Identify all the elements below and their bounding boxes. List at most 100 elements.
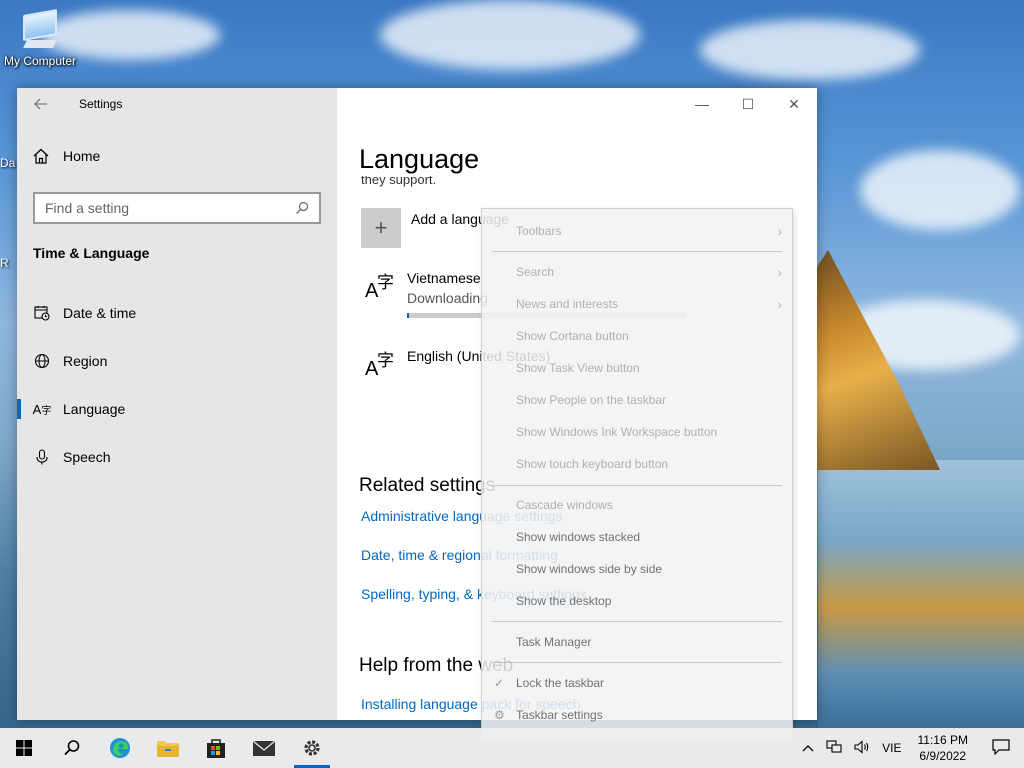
menu-item-stacked[interactable]: Show windows stacked: [482, 525, 792, 549]
related-settings-heading: Related settings: [359, 475, 496, 496]
calendar-clock-icon: [34, 306, 50, 321]
start-button[interactable]: [0, 728, 48, 768]
search-icon: [64, 740, 80, 756]
menu-label: Task Manager: [516, 635, 592, 649]
language-item-vietnamese[interactable]: A字 Vietnamese Downloading: [363, 268, 488, 306]
menu-label: Show Cortana button: [516, 329, 629, 343]
search-placeholder: Find a setting: [45, 200, 130, 216]
sidebar-item-language[interactable]: A字 Language: [17, 389, 337, 429]
search-button[interactable]: [48, 728, 96, 768]
sidebar-item-region[interactable]: Region: [17, 341, 337, 381]
menu-label: Show People on the taskbar: [516, 393, 667, 407]
edge-icon: [110, 738, 130, 758]
checkmark-icon: ✓: [494, 676, 505, 690]
cloud: [700, 20, 920, 80]
language-icon: A字: [365, 351, 394, 380]
store-button[interactable]: [192, 728, 240, 768]
menu-item-news[interactable]: News and interests ›: [482, 292, 792, 316]
my-computer-desktop-icon[interactable]: My Computer: [0, 8, 80, 68]
clock-date: 6/9/2022: [919, 749, 967, 763]
globe-icon: [34, 353, 50, 369]
menu-separator: [492, 251, 782, 252]
page-title: Language: [359, 144, 480, 174]
language-icon: A字: [32, 401, 52, 417]
computer-icon: [23, 9, 57, 41]
menu-label: Show the desktop: [516, 594, 612, 608]
menu-label: Toolbars: [516, 224, 562, 238]
taskbar: VIE 11:16 PM 6/9/2022: [0, 728, 1024, 768]
partial-description: they support.: [361, 176, 437, 187]
search-icon: [296, 201, 309, 214]
menu-separator: [492, 662, 782, 663]
maximize-button[interactable]: ☐: [725, 88, 771, 120]
sidebar-item-label: Region: [63, 353, 108, 369]
menu-label: Show Windows Ink Workspace button: [516, 425, 718, 439]
chevron-right-icon: ›: [777, 223, 782, 239]
back-arrow-icon: [34, 98, 47, 110]
chevron-up-icon[interactable]: [796, 741, 820, 755]
menu-item-side-by-side[interactable]: Show windows side by side: [482, 557, 792, 581]
input-language-indicator[interactable]: VIE: [876, 741, 907, 755]
mail-icon: [252, 740, 276, 756]
sea-reflection: [818, 460, 1024, 728]
menu-label: Search: [516, 265, 555, 279]
sidebar-item-date-time[interactable]: Date & time: [17, 293, 337, 333]
settings-taskbar-button[interactable]: [288, 728, 336, 768]
menu-item-ink-workspace[interactable]: Show Windows Ink Workspace button: [482, 420, 792, 444]
sidebar-item-label: Speech: [63, 449, 111, 465]
chevron-right-icon: ›: [777, 264, 782, 280]
desktop-edge-label: Da: [0, 156, 16, 170]
window-controls: — ☐ ✕: [679, 88, 817, 120]
back-button[interactable]: [17, 88, 65, 120]
chevron-right-icon: ›: [777, 296, 782, 312]
plus-icon: +: [361, 208, 401, 248]
cloud: [380, 0, 640, 70]
gear-icon: [304, 740, 320, 756]
menu-item-cascade[interactable]: Cascade windows: [482, 493, 792, 517]
desktop-icon-label: My Computer: [3, 54, 77, 68]
menu-label: Taskbar settings: [516, 708, 603, 722]
gear-icon: ⚙: [494, 708, 505, 722]
mail-button[interactable]: [240, 728, 288, 768]
sidebar-item-label: Date & time: [63, 305, 137, 321]
taskbar-context-menu: Toolbars › Search › News and interests › Sh…: [481, 208, 793, 740]
home-nav[interactable]: Home: [33, 148, 100, 164]
title-bar: Settings: [17, 88, 337, 120]
menu-item-cortana[interactable]: Show Cortana button: [482, 324, 792, 348]
microphone-icon: [36, 449, 48, 465]
search-input[interactable]: Find a setting: [33, 192, 321, 224]
edge-browser-button[interactable]: [96, 728, 144, 768]
window-title: Settings: [79, 97, 123, 111]
menu-item-taskbar-settings[interactable]: ⚙ Taskbar settings: [482, 703, 792, 727]
menu-item-toolbars[interactable]: Toolbars ›: [482, 219, 792, 243]
menu-item-task-view[interactable]: Show Task View button: [482, 356, 792, 380]
network-icon[interactable]: [820, 739, 848, 757]
volume-icon[interactable]: [848, 739, 876, 757]
menu-item-touch-keyboard[interactable]: Show touch keyboard button: [482, 452, 792, 476]
notifications-icon[interactable]: [978, 738, 1024, 758]
menu-label: News and interests: [516, 297, 619, 311]
menu-label: Lock the taskbar: [516, 676, 605, 690]
folder-icon: [157, 741, 179, 757]
language-icon: A字: [365, 273, 394, 302]
menu-item-people[interactable]: Show People on the taskbar: [482, 388, 792, 412]
sidebar: Settings Home Find a setting Time & Lang…: [17, 88, 337, 720]
menu-item-show-desktop[interactable]: Show the desktop: [482, 589, 792, 613]
menu-item-search[interactable]: Search ›: [482, 260, 792, 284]
clock[interactable]: 11:16 PM 6/9/2022: [908, 732, 978, 764]
minimize-button[interactable]: —: [679, 88, 725, 120]
clock-time: 11:16 PM: [917, 733, 968, 747]
close-button[interactable]: ✕: [771, 88, 817, 120]
menu-item-lock-taskbar[interactable]: ✓ Lock the taskbar: [482, 671, 792, 695]
store-bag-icon: [207, 739, 225, 758]
menu-item-task-manager[interactable]: Task Manager: [482, 630, 792, 654]
file-explorer-button[interactable]: [144, 728, 192, 768]
menu-label: Show Task View button: [516, 361, 640, 375]
menu-label: Show windows side by side: [516, 562, 663, 576]
menu-label: Cascade windows: [516, 498, 613, 512]
menu-label: Show windows stacked: [516, 530, 641, 544]
home-icon: [33, 148, 49, 164]
cloud: [860, 150, 1020, 230]
menu-separator: [492, 485, 782, 486]
sidebar-item-speech[interactable]: Speech: [17, 437, 337, 477]
